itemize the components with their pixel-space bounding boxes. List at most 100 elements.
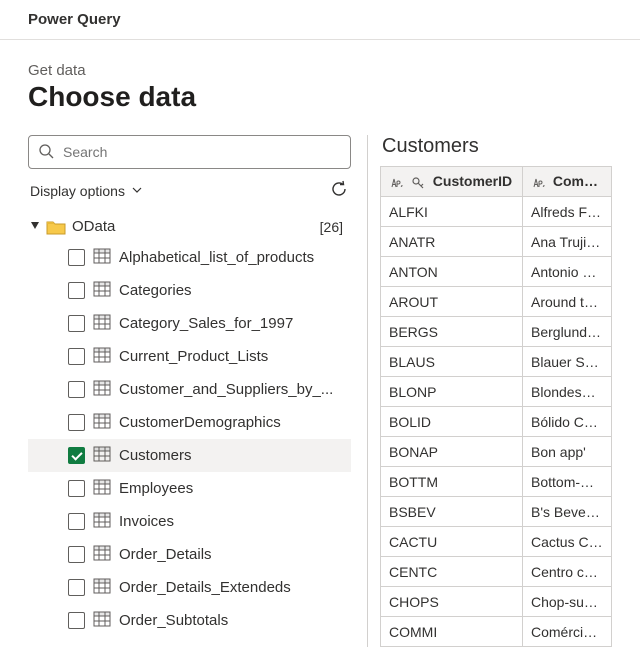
table-cell: Berglunds snabbkö: [523, 317, 612, 347]
breadcrumb-subtitle: Get data: [28, 62, 612, 79]
table-cell: Bon app': [523, 437, 612, 467]
app-title: Power Query: [28, 11, 121, 28]
tree-item[interactable]: CustomerDemographics: [28, 406, 351, 439]
checkbox[interactable]: [68, 513, 85, 530]
table-cell: CHOPS: [381, 587, 523, 617]
table-icon: [93, 380, 111, 400]
display-options-dropdown[interactable]: Display options: [30, 183, 143, 199]
table-icon: [93, 545, 111, 565]
tree-item-label: Categories: [119, 282, 192, 299]
table-row[interactable]: CHOPSChop-suey Chinese: [381, 587, 612, 617]
table-icon: [93, 413, 111, 433]
checkbox[interactable]: [68, 348, 85, 365]
page-title: Choose data: [28, 81, 612, 113]
tree-item-label: Employees: [119, 480, 193, 497]
table-icon: [93, 512, 111, 532]
table-row[interactable]: BLONPBlondesddsl père e: [381, 377, 612, 407]
table-row[interactable]: BLAUSBlauer See Delikate: [381, 347, 612, 377]
table-cell: Bólido Comidas pre: [523, 407, 612, 437]
tree-item-label: Customer_and_Suppliers_by_...: [119, 381, 333, 398]
column-header-companyname[interactable]: CompanyName: [523, 167, 612, 197]
preview-title: Customers: [380, 135, 612, 158]
title-bar: Power Query: [0, 0, 640, 40]
folder-count: [26]: [320, 219, 347, 235]
checkbox[interactable]: [68, 579, 85, 596]
table-row[interactable]: BERGSBerglunds snabbkö: [381, 317, 612, 347]
tree-item-label: CustomerDemographics: [119, 414, 281, 431]
tree-item[interactable]: Employees: [28, 472, 351, 505]
table-row[interactable]: CACTUCactus Comidas pa: [381, 527, 612, 557]
table-cell: BONAP: [381, 437, 523, 467]
table-icon: [93, 314, 111, 334]
folder-label: OData: [72, 218, 115, 235]
checkbox[interactable]: [68, 447, 85, 464]
table-row[interactable]: ANTONAntonio Moreno Ta: [381, 257, 612, 287]
checkbox[interactable]: [68, 414, 85, 431]
table-row[interactable]: ANATRAna Trujillo Empare: [381, 227, 612, 257]
table-cell: BSBEV: [381, 497, 523, 527]
table-icon: [93, 281, 111, 301]
table-row[interactable]: CENTCCentro comercial M: [381, 557, 612, 587]
table-row[interactable]: COMMIComércio Mineiro: [381, 617, 612, 647]
table-cell: Chop-suey Chinese: [523, 587, 612, 617]
tree-item[interactable]: Order_Subtotals: [28, 604, 351, 637]
chevron-down-icon: [131, 183, 143, 199]
tree-item-label: Current_Product_Lists: [119, 348, 268, 365]
checkbox[interactable]: [68, 612, 85, 629]
table-cell: BERGS: [381, 317, 523, 347]
table-cell: Centro comercial M: [523, 557, 612, 587]
table-cell: AROUT: [381, 287, 523, 317]
folder-odata[interactable]: OData [26]: [28, 212, 351, 241]
table-icon: [93, 611, 111, 631]
tree-item[interactable]: Order_Details: [28, 538, 351, 571]
text-type-icon: [531, 176, 545, 190]
tree-item-label: Alphabetical_list_of_products: [119, 249, 314, 266]
table-row[interactable]: BONAPBon app': [381, 437, 612, 467]
table-cell: Antonio Moreno Ta: [523, 257, 612, 287]
table-cell: Ana Trujillo Empare: [523, 227, 612, 257]
table-cell: Comércio Mineiro: [523, 617, 612, 647]
key-icon: [411, 176, 425, 190]
table-row[interactable]: BSBEVB's Beverages: [381, 497, 612, 527]
checkbox[interactable]: [68, 315, 85, 332]
tree-item[interactable]: Invoices: [28, 505, 351, 538]
refresh-icon[interactable]: [329, 179, 349, 202]
column-header-customerid[interactable]: CustomerID: [381, 167, 523, 197]
table-cell: Around the Horn: [523, 287, 612, 317]
checkbox[interactable]: [68, 249, 85, 266]
table-row[interactable]: AROUTAround the Horn: [381, 287, 612, 317]
checkbox[interactable]: [68, 546, 85, 563]
table-row[interactable]: ALFKIAlfreds Futterkiste: [381, 197, 612, 227]
table-icon: [93, 347, 111, 367]
table-cell: ANATR: [381, 227, 523, 257]
checkbox[interactable]: [68, 282, 85, 299]
table-cell: Alfreds Futterkiste: [523, 197, 612, 227]
tree-item[interactable]: Customer_and_Suppliers_by_...: [28, 373, 351, 406]
navigator-panel: Display options: [28, 135, 368, 647]
tree-item[interactable]: Order_Details_Extendeds: [28, 571, 351, 604]
tree-item[interactable]: Current_Product_Lists: [28, 340, 351, 373]
search-icon: [38, 143, 54, 162]
table-cell: Blauer See Delikate: [523, 347, 612, 377]
table-cell: COMMI: [381, 617, 523, 647]
tree-item[interactable]: Alphabetical_list_of_products: [28, 241, 351, 274]
tree-item[interactable]: Category_Sales_for_1997: [28, 307, 351, 340]
folder-icon: [46, 219, 66, 235]
table-cell: BLAUS: [381, 347, 523, 377]
tree-item[interactable]: Customers: [28, 439, 351, 472]
display-options-label: Display options: [30, 183, 125, 199]
table-cell: BLONP: [381, 377, 523, 407]
search-input[interactable]: [28, 135, 351, 169]
tree-item[interactable]: Categories: [28, 274, 351, 307]
tree-item-label: Order_Details_Extendeds: [119, 579, 291, 596]
table-cell: Blondesddsl père e: [523, 377, 612, 407]
table-row[interactable]: BOTTMBottom-Dollar Mar: [381, 467, 612, 497]
table-cell: ANTON: [381, 257, 523, 287]
checkbox[interactable]: [68, 381, 85, 398]
table-row[interactable]: BOLIDBólido Comidas pre: [381, 407, 612, 437]
checkbox[interactable]: [68, 480, 85, 497]
table-icon: [93, 248, 111, 268]
table-cell: BOTTM: [381, 467, 523, 497]
table-cell: Bottom-Dollar Mar: [523, 467, 612, 497]
table-cell: Cactus Comidas pa: [523, 527, 612, 557]
